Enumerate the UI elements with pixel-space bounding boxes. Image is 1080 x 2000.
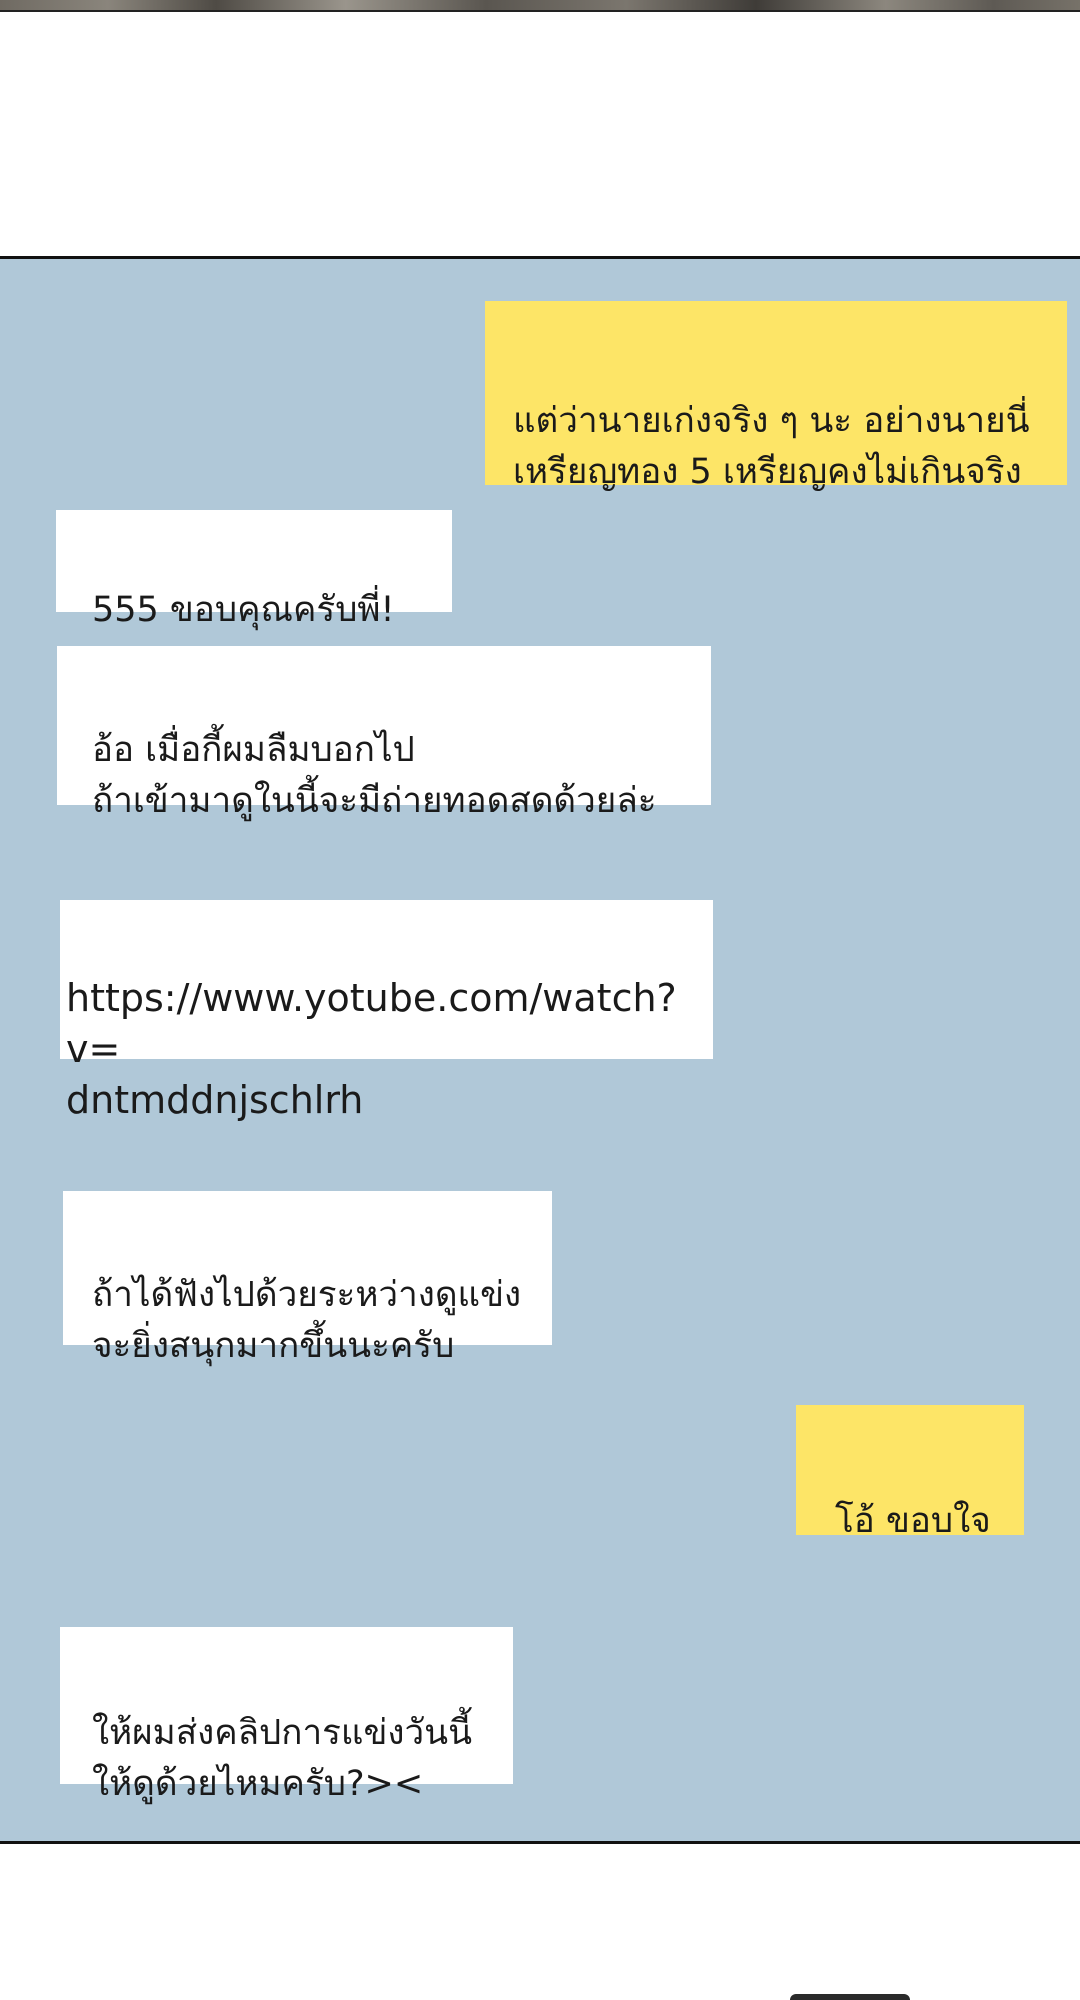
message-bubble-sent-1: แต่ว่านายเก่งจริง ๆ นะ อย่างนายนี่ เหรีย… <box>485 301 1067 492</box>
message-text: แต่ว่านายเก่งจริง ๆ นะ อย่างนายนี่ เหรีย… <box>513 401 1030 492</box>
message-bubble-received-3: ถ้าได้ฟังไปด้วยระหว่างดูแข่ง จะยิ่งสนุกม… <box>63 1191 552 1366</box>
message-bubble-received-4: ให้ผมส่งคลิปการแข่งวันนี้ ให้ดูด้วยไหมคร… <box>60 1627 513 1804</box>
message-text: ถ้าได้ฟังไปด้วยระหว่างดูแข่ง จะยิ่งสนุกม… <box>92 1275 522 1366</box>
message-text: โอ้ ขอบใจ <box>835 1501 991 1541</box>
message-text: 555 ขอบคุณครับพี่! <box>92 590 395 630</box>
link-text[interactable]: https://www.yotube.com/watch?v= dntmddnj… <box>66 973 713 1126</box>
message-bubble-sent-2: โอ้ ขอบใจ <box>796 1405 1024 1541</box>
chat-panel: แต่ว่านายเก่งจริง ๆ นะ อย่างนายนี่ เหรีย… <box>0 256 1080 1844</box>
message-text: ให้ผมส่งคลิปการแข่งวันนี้ ให้ดูด้วยไหมคร… <box>92 1713 472 1804</box>
message-link-bubble[interactable]: https://www.yotube.com/watch?v= dntmddnj… <box>60 900 713 1122</box>
message-text: อ้อ เมื่อกี้ผมลืมบอกไป ถ้าเข้ามาดูในนี้จ… <box>92 730 657 821</box>
next-panel-edge <box>790 1994 910 2000</box>
message-bubble-received-2: อ้อ เมื่อกี้ผมลืมบอกไป ถ้าเข้ามาดูในนี้จ… <box>57 646 711 821</box>
message-bubble-received-1: 555 ขอบคุณครับพี่! <box>56 510 452 630</box>
previous-panel-strip <box>0 0 1080 12</box>
